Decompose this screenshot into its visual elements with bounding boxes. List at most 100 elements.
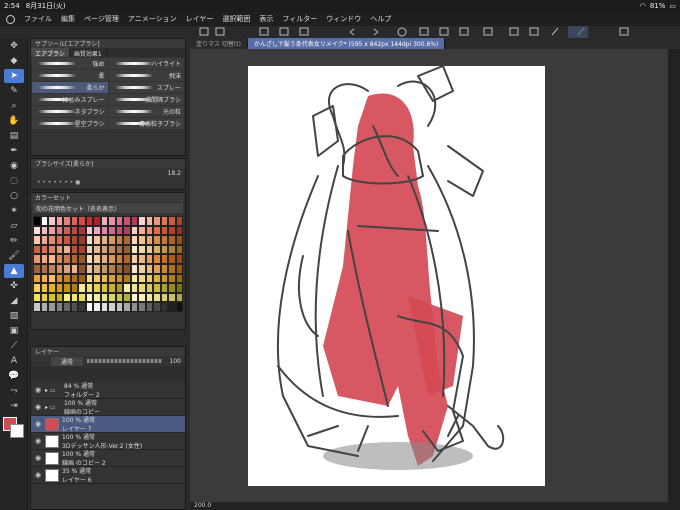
color-swatch[interactable]	[63, 235, 71, 245]
color-swatch[interactable]	[33, 283, 41, 293]
color-swatch[interactable]	[160, 235, 168, 245]
color-palette[interactable]	[31, 214, 185, 314]
brush-item[interactable]: 青系粒子ブラシ	[108, 118, 184, 129]
color-swatch[interactable]	[55, 302, 63, 312]
menu-file[interactable]: ファイル	[24, 14, 52, 24]
color-swatch[interactable]	[85, 302, 93, 312]
color-swatch[interactable]	[175, 283, 183, 293]
color-swatch[interactable]	[85, 216, 93, 226]
color-swatch[interactable]	[123, 302, 131, 312]
color-swatch[interactable]	[160, 225, 168, 236]
color-swatch[interactable]	[138, 302, 146, 312]
layer-row[interactable]: ◉ 100 % 通常 3Dデッサン人形-Ver.2 (女性)	[31, 433, 185, 450]
color-swatch[interactable]	[145, 273, 153, 284]
color-swatch[interactable]	[130, 235, 138, 245]
blend-tool-icon[interactable]: ⇥	[4, 399, 24, 413]
color-swatch[interactable]	[63, 225, 71, 236]
menu-selection[interactable]: 選択範囲	[222, 14, 250, 24]
color-swatch[interactable]	[130, 302, 138, 312]
color-swatch[interactable]	[175, 302, 183, 312]
color-swatch[interactable]	[33, 254, 41, 264]
color-swatch[interactable]	[168, 235, 176, 245]
app-logo-icon[interactable]	[6, 14, 15, 24]
color-swatch[interactable]	[40, 235, 48, 245]
color-swatch[interactable]	[63, 216, 71, 226]
color-swatch[interactable]	[100, 244, 108, 255]
color-swatch[interactable]	[78, 302, 86, 312]
canvas-tab-active[interactable]: かんざしで髪う条代表女リメイク* (595 x 842px 144dpi 300…	[247, 38, 446, 49]
layer-row[interactable]: ◉ ▸ ▭ 100 % 通常 線画のコピー	[31, 399, 185, 416]
color-swatch[interactable]	[175, 292, 183, 303]
color-swatch[interactable]	[123, 254, 131, 264]
menu-page[interactable]: ページ管理	[84, 14, 119, 24]
brush-size-presets[interactable]: • • • • • • • ●	[31, 179, 185, 186]
color-swatch[interactable]	[108, 254, 116, 264]
color-swatch[interactable]	[108, 244, 116, 255]
color-swatch[interactable]	[40, 225, 48, 236]
zoom-level[interactable]: 200.0	[194, 502, 211, 509]
brush-tool-icon[interactable]: 🖌	[4, 249, 24, 263]
color-swatch[interactable]	[85, 254, 93, 264]
color-swatch[interactable]	[78, 225, 86, 236]
color-swatch[interactable]	[138, 225, 146, 236]
color-swatch[interactable]	[108, 225, 116, 236]
color-swatch[interactable]	[93, 254, 101, 264]
color-swatch[interactable]	[48, 302, 56, 312]
color-swatch[interactable]	[160, 302, 168, 312]
color-swatch[interactable]	[145, 235, 153, 245]
color-swatch[interactable]	[70, 283, 78, 293]
color-swatch[interactable]	[138, 263, 146, 274]
color-swatch[interactable]	[160, 283, 168, 293]
color-swatch[interactable]	[115, 216, 123, 226]
color-swatch[interactable]	[115, 273, 123, 284]
color-swatch[interactable]	[33, 273, 41, 284]
brush-item[interactable]: 光の粒	[108, 106, 184, 117]
color-swatch[interactable]	[78, 273, 86, 284]
color-swatch[interactable]	[40, 283, 48, 293]
pencil-tool-icon[interactable]: ✏	[4, 234, 24, 248]
color-swatch[interactable]	[168, 254, 176, 264]
color-swatch[interactable]	[115, 244, 123, 255]
color-swatch[interactable]	[48, 283, 56, 293]
color-swatch[interactable]	[55, 216, 63, 226]
color-swatch[interactable]	[153, 216, 161, 226]
eye-icon[interactable]: ◉	[34, 420, 42, 428]
canvas-tab[interactable]: 塗りマス 切替(t)	[190, 38, 248, 49]
eyedropper-tool-icon[interactable]: ✎	[4, 84, 24, 98]
color-swatch[interactable]	[153, 244, 161, 255]
color-swatch[interactable]	[55, 254, 63, 264]
layer-row-selected[interactable]: ◉ 100 % 通常 レイヤー 7	[31, 416, 185, 433]
color-swatch[interactable]	[33, 235, 41, 245]
color-swatch[interactable]	[93, 244, 101, 255]
color-swatch[interactable]	[175, 273, 183, 284]
gradient-tool-icon[interactable]: ◢	[4, 294, 24, 308]
color-swatch[interactable]	[175, 216, 183, 226]
menu-window[interactable]: ウィンドウ	[326, 14, 361, 24]
color-swatch[interactable]	[55, 292, 63, 303]
color-swatch[interactable]	[93, 225, 101, 236]
color-swatch[interactable]	[70, 254, 78, 264]
color-swatch[interactable]	[63, 273, 71, 284]
decoration-tool-icon[interactable]: ✜	[4, 279, 24, 293]
color-swatch[interactable]	[168, 292, 176, 303]
color-swatch[interactable]	[55, 244, 63, 255]
correction-tool-icon[interactable]: ⤳	[4, 384, 24, 398]
eye-icon[interactable]: ◉	[34, 471, 42, 479]
color-swatch[interactable]	[138, 235, 146, 245]
magic-wand-icon[interactable]: ✶	[4, 204, 24, 218]
color-swatch[interactable]	[145, 292, 153, 303]
color-swatch[interactable]	[130, 254, 138, 264]
color-swatch[interactable]	[33, 292, 41, 303]
menu-view[interactable]: 表示	[259, 14, 273, 24]
opacity-slider[interactable]	[87, 359, 162, 363]
color-swatch[interactable]	[145, 225, 153, 236]
color-swatch[interactable]	[33, 302, 41, 312]
color-swatch[interactable]	[130, 283, 138, 293]
color-swatch[interactable]	[78, 235, 86, 245]
color-swatch[interactable]	[100, 273, 108, 284]
menu-filter[interactable]: フィルター	[282, 14, 317, 24]
frame-tool-icon[interactable]: ▣	[4, 324, 24, 338]
color-swatch[interactable]	[70, 263, 78, 274]
color-swatch[interactable]	[85, 292, 93, 303]
color-swatch[interactable]	[138, 244, 146, 255]
